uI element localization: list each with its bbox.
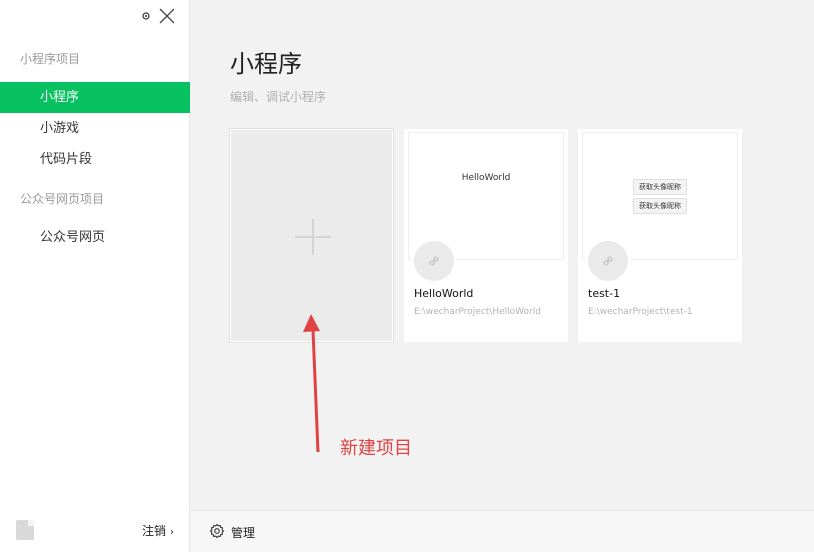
sidebar-item-code-snippet[interactable]: 代码片段 [0, 144, 190, 175]
sidebar-item-official-web[interactable]: 公众号网页 [0, 222, 190, 253]
close-icon[interactable] [159, 8, 175, 24]
group-title-web: 公众号网页项目 [20, 192, 105, 206]
sidebar-item-minigame[interactable]: 小游戏 [0, 113, 190, 144]
annotation-label: 新建项目 [340, 438, 412, 459]
gear-icon [209, 523, 225, 542]
group-title-miniprogram: 小程序项目 [20, 52, 81, 66]
new-project-card[interactable] [229, 128, 394, 343]
project-card-helloworld[interactable]: HelloWorld HelloWorld E:\wecharProject\H… [404, 129, 568, 342]
project-path: E:\wecharProject\HelloWorld [414, 307, 541, 317]
logout-label: 注销 [141, 524, 166, 538]
miniprogram-logo-icon [586, 239, 630, 283]
settings-icon[interactable] [141, 11, 151, 21]
project-card-test-1[interactable]: 获取头像昵称 获取头像昵称 test-1 E:\wecharProject\te… [578, 129, 742, 342]
project-name: HelloWorld [414, 287, 474, 300]
window-controls [141, 8, 175, 24]
plus-icon [295, 219, 331, 255]
avatar[interactable] [16, 520, 34, 540]
manage-label: 管理 [231, 526, 256, 540]
project-path: E:\wecharProject\test-1 [588, 307, 693, 317]
main-panel: 小程序 编辑、调试小程序 HelloWorld HelloWorld E:\we… [191, 0, 814, 510]
preview-button: 获取头像昵称 [633, 198, 687, 214]
sidebar-item-miniprogram[interactable]: 小程序 [0, 82, 190, 113]
project-name: test-1 [588, 287, 621, 300]
page-title: 小程序 [230, 50, 302, 78]
miniprogram-logo-icon [412, 239, 456, 283]
page-subtitle: 编辑、调试小程序 [230, 90, 327, 104]
manage-button[interactable]: 管理 [209, 523, 255, 542]
preview-button: 获取头像昵称 [633, 179, 687, 195]
chevron-right-icon: › [170, 527, 174, 538]
logout-button[interactable]: 注销 › [142, 522, 174, 539]
preview-text: HelloWorld [461, 173, 511, 183]
sidebar: 小程序项目 小程序 小游戏 代码片段 公众号网页项目 公众号网页 注销 › [0, 0, 190, 552]
sidebar-footer: 注销 › [0, 510, 190, 552]
footer-bar: 管理 [191, 510, 814, 552]
